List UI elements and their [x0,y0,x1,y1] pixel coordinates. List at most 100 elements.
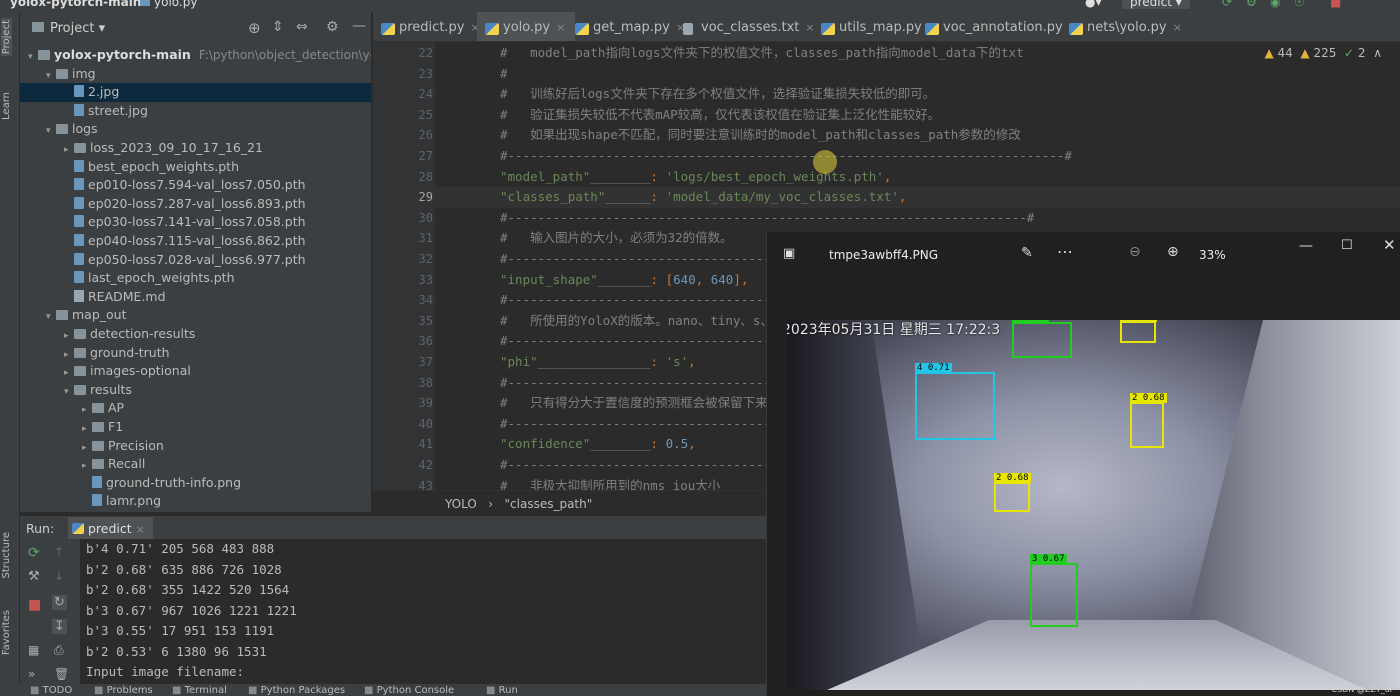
tree-item[interactable]: ▸ AP [20,399,371,418]
layout-icon[interactable]: ▦ [28,643,39,657]
tab-yolo-py[interactable]: yolo.py × [477,12,576,41]
line-number: 25 [418,107,433,122]
rerun-icon[interactable]: ⟳ [1222,0,1232,9]
tree-item[interactable]: ep040-loss7.115-val_loss6.862.pth [20,232,371,251]
stop-icon[interactable]: ■ [28,597,41,613]
detection-box: 2 0.68 [1130,393,1167,448]
minimize-icon[interactable]: — [1299,238,1313,254]
tree-item[interactable]: ▸ images-optional [20,362,371,381]
scroll-to-end-icon[interactable]: ↧ [52,619,67,634]
tree-item[interactable]: ▸ ground-truth [20,344,371,363]
breadcrumb-item[interactable]: "classes_path" [505,497,593,511]
tree-item[interactable]: ▾ logs [20,120,371,139]
tree-item[interactable]: ground-truth-info.png [20,474,371,493]
tree-item-label: AP [108,400,125,416]
delete-icon[interactable]: 🗑 [54,667,69,681]
profile-icon[interactable]: ☉ [1294,0,1305,9]
expand-all-icon[interactable]: ⇕ [272,19,284,35]
code-line: "phi"_______________: 's', [500,352,696,373]
tree-item[interactable]: lamr.png [20,492,371,511]
breadcrumb-class[interactable]: YOLO [445,497,477,511]
detection-label: 2 0.68 [1130,393,1167,403]
tree-item[interactable]: 2.jpg [20,83,371,102]
chevron-up-icon[interactable]: ∧ [1373,46,1382,60]
output-line: b'3 0.55' 17 951 153 1191 [86,623,275,638]
bottom-tab-label: Terminal [184,685,227,696]
close-icon[interactable]: × [136,523,145,536]
stop-icon[interactable]: ■ [1330,0,1341,9]
tree-item[interactable]: ▾ yolox-pytorch-main F:\python\object_dete… [20,46,371,65]
code-token: : [650,189,666,205]
soft-wrap-icon[interactable]: ↻ [52,595,67,610]
tree-item[interactable]: ▾ map_out [20,306,371,325]
tree-item[interactable]: ▸ Precision [20,437,371,456]
project-tool-button[interactable]: Project [1,18,12,57]
bottom-tab-python-packages[interactable]: ■ Python Packages [248,685,345,696]
zoom-in-icon[interactable]: ⊕ [1167,244,1179,260]
close-icon[interactable]: × [1173,21,1182,34]
edit-image-icon[interactable]: ✎ [1021,245,1033,261]
line-number: 29 [418,190,433,205]
bottom-tab-terminal[interactable]: ■ Terminal [172,685,227,696]
tree-item[interactable]: ▸ Recall [20,455,371,474]
tab-label: yolo.py [503,20,551,35]
detection-box: 4 0.71 [915,363,995,440]
print-icon[interactable]: ⎙ [54,643,64,658]
structure-tool-button[interactable]: Structure [1,532,12,579]
tree-item[interactable]: README.md [20,288,371,307]
rerun-icon[interactable]: ⟳ [28,545,40,561]
collapse-all-icon[interactable]: ⇔ [296,19,308,35]
hide-panel-icon[interactable]: — [352,18,366,34]
tree-item[interactable]: best_epoch_weights.pth [20,158,371,177]
debug-icon[interactable]: ⚙ [1246,0,1257,9]
favorites-tool-button[interactable]: Favorites [1,610,12,655]
tree-item[interactable]: ep010-loss7.594-val_loss7.050.pth [20,176,371,195]
code-token: 's' [665,354,689,369]
detection-label: 3 0.67 [1030,554,1067,564]
tree-item[interactable]: ▸ loss_2023_09_10_17_16_21 [20,139,371,158]
zoom-out-icon[interactable]: ⊖ [1129,244,1141,260]
tree-item[interactable]: ep020-loss7.287-val_loss6.893.pth [20,195,371,214]
detection-box: 2 0.68 [994,473,1031,512]
coverage-icon[interactable]: ◉ [1270,0,1280,9]
bottom-tab-run[interactable]: ■ Run [486,685,518,696]
folder-icon [74,143,86,153]
tab-label: get_map.py [593,20,670,35]
locate-icon[interactable]: ⊕ [248,19,261,37]
tree-item-label: yolox-pytorch-main [54,47,191,62]
tree-item[interactable]: ep050-loss7.028-val_loss6.977.pth [20,251,371,270]
left-tool-strip: Project Learn Structure Favorites [0,12,20,684]
wrench-icon[interactable]: ⚒ [28,569,40,584]
tree-item[interactable]: ▾ img [20,65,371,84]
tree-item[interactable]: ep030-loss7.141-val_loss7.058.pth [20,213,371,232]
tree-item[interactable]: ▸ detection-results [20,325,371,344]
run-tab-predict[interactable]: predict × [68,517,153,539]
gear-icon[interactable]: ⚙ [326,19,339,35]
project-view-select[interactable]: Project ▾ [32,21,105,36]
tab-nets-yolo-py[interactable]: nets\yolo.py × [1061,12,1192,41]
tree-item[interactable]: street.jpg [20,102,371,121]
close-window-icon[interactable]: ✕ [1383,236,1396,254]
detection-box: 3 0.55 [1012,320,1072,358]
more-icon[interactable]: » [28,667,35,681]
tab-predict-py[interactable]: predict.py × [373,12,490,41]
bottom-tab-python-console[interactable]: ■ Python Console [364,685,454,696]
tab-voc-classes-txt[interactable]: voc_classes.txt × [675,12,825,41]
maximize-icon[interactable]: ☐ [1341,238,1353,253]
bottom-tab-label: Run [498,685,518,696]
user-icon[interactable]: ●▾ [1085,0,1102,9]
tree-item[interactable]: ▾ results [20,381,371,400]
tree-item[interactable]: last_epoch_weights.pth [20,269,371,288]
tree-item[interactable]: ▸ F1 [20,418,371,437]
bottom-tab-problems[interactable]: ■ Problems [94,685,153,696]
run-config-select[interactable]: predict ▾ [1122,0,1190,9]
code-token: _______ [597,271,651,287]
inspection-widget[interactable]: ▲ 44 ▲ 225 ✓ 2 ∧ [1264,46,1382,60]
learn-tool-button[interactable]: Learn [1,92,12,120]
tree-item[interactable]: mAP.png [20,511,371,512]
close-icon[interactable]: × [556,21,565,34]
arrow-up-icon[interactable]: ↑ [54,545,64,559]
more-options-icon[interactable]: ⋯ [1057,242,1073,261]
bottom-tab-todo[interactable]: ■ TODO [30,685,72,696]
arrow-down-icon[interactable]: ↓ [54,569,64,583]
